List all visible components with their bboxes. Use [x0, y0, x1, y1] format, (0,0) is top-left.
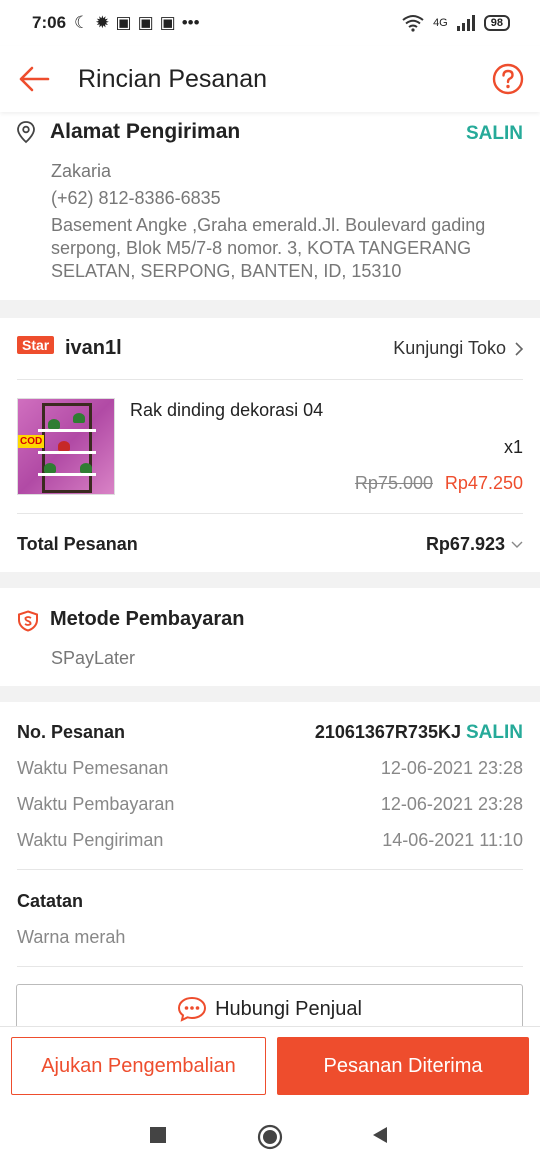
page-title: Rincian Pesanan: [78, 64, 268, 93]
arrow-left-icon: [19, 66, 50, 92]
shipping-time-value: 14-06-2021 11:10: [382, 830, 523, 850]
wifi-icon: [402, 15, 424, 32]
order-time-row: Waktu Pemesanan 12-06-2021 23:28: [17, 758, 523, 779]
address-line-2: serpong, Blok M5/7-8 nomor. 3, KOTA TANG…: [51, 238, 472, 258]
status-time: 7:06: [32, 13, 67, 32]
payment-time-value: 12-06-2021 23:28: [380, 794, 523, 814]
app-notification-icon: ▣: [159, 13, 176, 32]
product-thumbnail[interactable]: COD: [17, 398, 115, 495]
bottom-action-bar: Ajukan Pengembalian Pesanan Diterima: [0, 1026, 540, 1104]
address-line-3: SELATAN, SERPONG, BANTEN, ID, 15310: [51, 261, 402, 281]
chat-bubble-icon: [178, 996, 207, 1022]
payment-time-label: Waktu Pembayaran: [17, 794, 175, 814]
order-info-section: No. Pesanan 21061367R735KJ SALIN Waktu P…: [0, 702, 540, 1042]
recents-icon[interactable]: [149, 1126, 167, 1144]
home-icon[interactable]: [257, 1124, 283, 1150]
order-total-value: Rp67.923: [425, 534, 505, 554]
address-line-1: Basement Angke ,Graha emerald.Jl. Boulev…: [51, 215, 486, 235]
help-button[interactable]: [492, 63, 524, 95]
visit-shop-label: Kunjungi Toko: [393, 338, 506, 358]
star-seller-badge: Star: [17, 336, 55, 354]
order-time-label: Waktu Pemesanan: [17, 758, 169, 778]
order-total-label: Total Pesanan: [17, 534, 138, 554]
gear-icon: ✹: [95, 13, 110, 32]
discounted-price: Rp47.250: [444, 473, 523, 493]
original-price: Rp75.000: [354, 473, 433, 493]
shield-icon: [18, 610, 38, 632]
status-bar: 7:06 ☾ ✹ ▣ ▣ ▣ ••• 4G 98: [0, 0, 540, 46]
divider: [17, 966, 523, 967]
visit-shop-link[interactable]: Kunjungi Toko: [393, 338, 524, 359]
order-time-value: 12-06-2021 23:28: [380, 758, 523, 778]
moon-icon: ☾: [74, 13, 90, 32]
status-notification-icons: ☾ ✹ ▣ ▣ ▣ •••: [74, 13, 200, 33]
network-type: 4G: [433, 17, 448, 29]
request-return-button[interactable]: Ajukan Pengembalian: [11, 1037, 266, 1095]
payment-method-heading: Metode Pembayaran: [50, 608, 245, 630]
order-number-value: 21061367R735KJ: [314, 722, 461, 742]
copy-address-button[interactable]: SALIN: [466, 123, 523, 145]
question-circle-icon: [492, 63, 524, 95]
app-notification-icon: ▣: [137, 13, 154, 32]
divider: [17, 869, 523, 870]
battery-indicator: 98: [483, 15, 510, 31]
divider: [17, 513, 523, 514]
back-button[interactable]: [4, 46, 64, 112]
shop-name: ivan1l: [65, 337, 122, 359]
note-label: Catatan: [17, 891, 84, 911]
product-name[interactable]: Rak dinding dekorasi 04: [130, 400, 323, 421]
shipping-address-heading: Alamat Pengiriman: [50, 120, 241, 143]
order-received-button[interactable]: Pesanan Diterima: [277, 1037, 529, 1095]
location-pin-icon: [17, 121, 35, 144]
payment-method-section: Metode Pembayaran SPayLater: [0, 588, 540, 686]
shipping-address-section: Alamat Pengiriman SALIN Zakaria (+62) 81…: [0, 112, 540, 300]
app-notification-icon: ▣: [115, 13, 132, 32]
back-triangle-icon[interactable]: [371, 1126, 389, 1144]
signal-icon: [456, 15, 475, 31]
product-quantity: x1: [503, 437, 523, 457]
order-number-row: No. Pesanan 21061367R735KJ SALIN: [17, 722, 523, 744]
copy-order-number-button[interactable]: SALIN: [466, 722, 523, 743]
divider: [17, 379, 523, 380]
order-items-section: Star ivan1l Kunjungi Toko COD Rak dindin…: [0, 318, 540, 572]
order-number-label: No. Pesanan: [17, 722, 126, 742]
more-notifications-icon: •••: [181, 13, 200, 32]
recipient-phone: (+62) 812-8386-6835: [51, 188, 221, 208]
payment-time-row: Waktu Pembayaran 12-06-2021 23:28: [17, 794, 523, 815]
note-value: Warna merah: [17, 927, 126, 947]
chevron-down-icon: [511, 541, 523, 548]
contact-seller-label: Hubungi Penjual: [215, 997, 362, 1020]
recipient-name: Zakaria: [51, 161, 112, 181]
payment-method-value: SPayLater: [51, 648, 136, 668]
chevron-right-icon: [515, 341, 524, 356]
cod-badge: COD: [18, 435, 45, 448]
system-navigation-bar: [0, 1104, 540, 1170]
shipping-time-row: Waktu Pengiriman 14-06-2021 11:10: [17, 830, 523, 851]
app-bar: Rincian Pesanan: [0, 46, 540, 112]
order-total-toggle[interactable]: Rp67.923: [426, 534, 523, 555]
shipping-time-label: Waktu Pengiriman: [17, 830, 164, 850]
